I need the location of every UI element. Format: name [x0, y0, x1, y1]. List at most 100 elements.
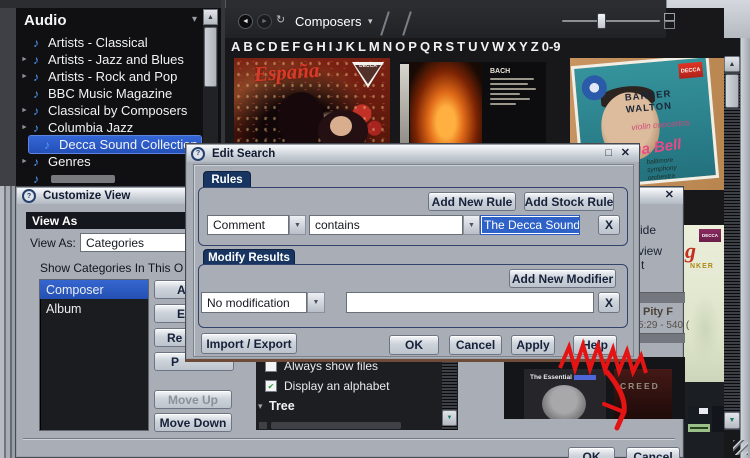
checkbox-checked-icon[interactable]: ✔: [265, 380, 277, 392]
cancel-button[interactable]: Cancel: [449, 335, 502, 355]
expand-arrow-icon[interactable]: ►: [21, 158, 33, 165]
alphabet-letter[interactable]: W: [492, 39, 504, 57]
alphabet-letter[interactable]: S: [445, 39, 454, 57]
alphabet-letter[interactable]: T: [457, 39, 465, 57]
sidebar-item[interactable]: ♪Decca Sound Collection: [29, 136, 201, 153]
dropdown-arrow-icon[interactable]: ▼: [463, 215, 480, 235]
rule-value-input[interactable]: The Decca Sound: [480, 215, 580, 235]
slider-thumb[interactable]: [597, 13, 606, 29]
close-icon[interactable]: ✕: [665, 190, 674, 201]
alphabet-letter[interactable]: C: [256, 39, 265, 57]
modify-results-tab[interactable]: Modify Results: [203, 249, 295, 265]
thumbnail-size-icon[interactable]: [664, 13, 675, 21]
alphabet-letter[interactable]: H: [316, 39, 325, 57]
dropdown-arrow-icon[interactable]: ▼: [289, 215, 306, 235]
sidebar-item[interactable]: ♪BBC Music Magazine: [16, 85, 202, 102]
expand-arrow-icon[interactable]: ►: [21, 56, 33, 63]
alphabet-letter[interactable]: R: [433, 39, 442, 57]
alphabet-letter[interactable]: G: [303, 39, 313, 57]
album-thumbnail[interactable]: [712, 406, 724, 432]
remove-modifier-button[interactable]: X: [598, 292, 620, 313]
alphabet-letter[interactable]: B: [243, 39, 252, 57]
thumbnail-size-icon[interactable]: [664, 21, 675, 29]
sidebar-item[interactable]: ►♪Artists - Rock and Pop: [16, 68, 202, 85]
cancel-button[interactable]: Cancel: [626, 447, 680, 458]
alphabet-letter[interactable]: X: [507, 39, 516, 57]
import-export-button[interactable]: Import / Export: [201, 333, 297, 354]
alphabet-letter[interactable]: D: [268, 39, 277, 57]
refresh-icon[interactable]: ↻: [276, 13, 285, 26]
alphabet-letter[interactable]: J: [335, 39, 342, 57]
album-thumbnail[interactable]: [688, 406, 710, 432]
restore-icon[interactable]: □: [605, 148, 612, 159]
album-cover-espana[interactable]: España DECCA: [234, 58, 390, 148]
scroll-up-icon[interactable]: ▲: [203, 9, 218, 25]
alphabet-letter[interactable]: 0-9: [542, 39, 561, 57]
browser-scrollbar[interactable]: ▲ ▼: [724, 56, 740, 430]
alphabet-letter[interactable]: O: [395, 39, 405, 57]
move-down-button[interactable]: Move Down: [154, 413, 232, 432]
forward-icon[interactable]: ►: [257, 14, 272, 29]
rules-tab[interactable]: Rules: [203, 171, 251, 188]
alphabet-letter[interactable]: I: [329, 39, 333, 57]
rule-field-combobox[interactable]: Comment: [207, 215, 289, 235]
alphabet-letter[interactable]: U: [468, 39, 477, 57]
album-cover-creed[interactable]: CREED: [614, 369, 672, 419]
tree-section-header[interactable]: Tree: [269, 399, 295, 413]
alphabet-letter[interactable]: Z: [531, 39, 539, 57]
scroll-down-icon[interactable]: ▼: [724, 412, 740, 429]
category-item[interactable]: Album: [40, 299, 148, 318]
expand-arrow-icon[interactable]: ►: [21, 107, 33, 114]
rule-operator-combobox[interactable]: contains: [309, 215, 463, 235]
sidebar-item[interactable]: ►♪Genres: [16, 153, 202, 170]
resize-grip[interactable]: [733, 440, 748, 455]
alphabet-letter[interactable]: M: [369, 39, 380, 57]
modifier-type-combobox[interactable]: No modification: [201, 292, 307, 313]
album-cover-partial[interactable]: DECCA g NKER: [684, 225, 724, 382]
add-stock-rule-button[interactable]: Add Stock Rule: [524, 192, 614, 211]
apply-button[interactable]: Apply: [511, 335, 555, 355]
scroll-down-icon[interactable]: ▼: [442, 410, 457, 426]
album-cover-bach[interactable]: BACH: [400, 62, 546, 148]
alphabet-letter[interactable]: Y: [519, 39, 528, 57]
view-tab-label[interactable]: Composers: [295, 14, 361, 29]
remove-rule-button[interactable]: X: [598, 215, 620, 235]
edit-search-titlebar[interactable]: ? Edit Search □ ✕: [187, 145, 639, 162]
expand-arrow-icon[interactable]: ►: [21, 73, 33, 80]
alphabet-letter[interactable]: N: [383, 39, 392, 57]
scroll-up-icon[interactable]: ▲: [724, 56, 740, 72]
help-button[interactable]: Help: [573, 335, 617, 355]
expand-arrow-icon[interactable]: ►: [21, 124, 33, 131]
add-new-modifier-button[interactable]: Add New Modifier: [509, 269, 616, 288]
alphabet-letter[interactable]: P: [408, 39, 417, 57]
category-item[interactable]: Composer: [40, 280, 148, 299]
close-icon[interactable]: ✕: [621, 148, 630, 159]
scrollbar-thumb[interactable]: [204, 27, 217, 87]
alphabet-letter[interactable]: F: [292, 39, 300, 57]
tree-section-caret-icon[interactable]: ▾: [258, 401, 263, 412]
thumbnail-size-slider[interactable]: [562, 20, 660, 22]
dropdown-arrow-icon[interactable]: ▼: [307, 292, 325, 313]
back-icon[interactable]: ◄: [238, 14, 253, 29]
sidebar-collapse-icon[interactable]: ▾: [192, 14, 197, 25]
add-new-rule-button[interactable]: Add New Rule: [428, 192, 516, 211]
scrollbar-thumb[interactable]: [725, 74, 739, 108]
option-row[interactable]: ✔Display an alphabet: [265, 379, 389, 393]
move-up-button[interactable]: Move Up: [154, 390, 232, 409]
sidebar-item-partial[interactable]: ♪: [16, 170, 202, 187]
modifier-value-input[interactable]: [346, 292, 594, 313]
categories-listbox[interactable]: ComposerAlbum: [39, 279, 149, 431]
ok-button[interactable]: OK: [568, 447, 615, 458]
alphabet-letter[interactable]: L: [358, 39, 366, 57]
view-tab-caret-icon[interactable]: ▾: [368, 16, 373, 27]
alphabet-letter[interactable]: Q: [420, 39, 430, 57]
alphabet-letter[interactable]: A: [231, 39, 240, 57]
alphabet-letter[interactable]: K: [346, 39, 355, 57]
ok-button[interactable]: OK: [389, 335, 439, 355]
alphabet-letter[interactable]: E: [281, 39, 290, 57]
alphabet-letter[interactable]: V: [480, 39, 489, 57]
sidebar-item[interactable]: ►♪Classical by Composers: [16, 102, 202, 119]
sidebar-item[interactable]: ♪Artists - Classical: [16, 34, 202, 51]
sidebar-item[interactable]: ►♪Artists - Jazz and Blues: [16, 51, 202, 68]
album-cover-essential[interactable]: The Essential: [524, 369, 606, 419]
